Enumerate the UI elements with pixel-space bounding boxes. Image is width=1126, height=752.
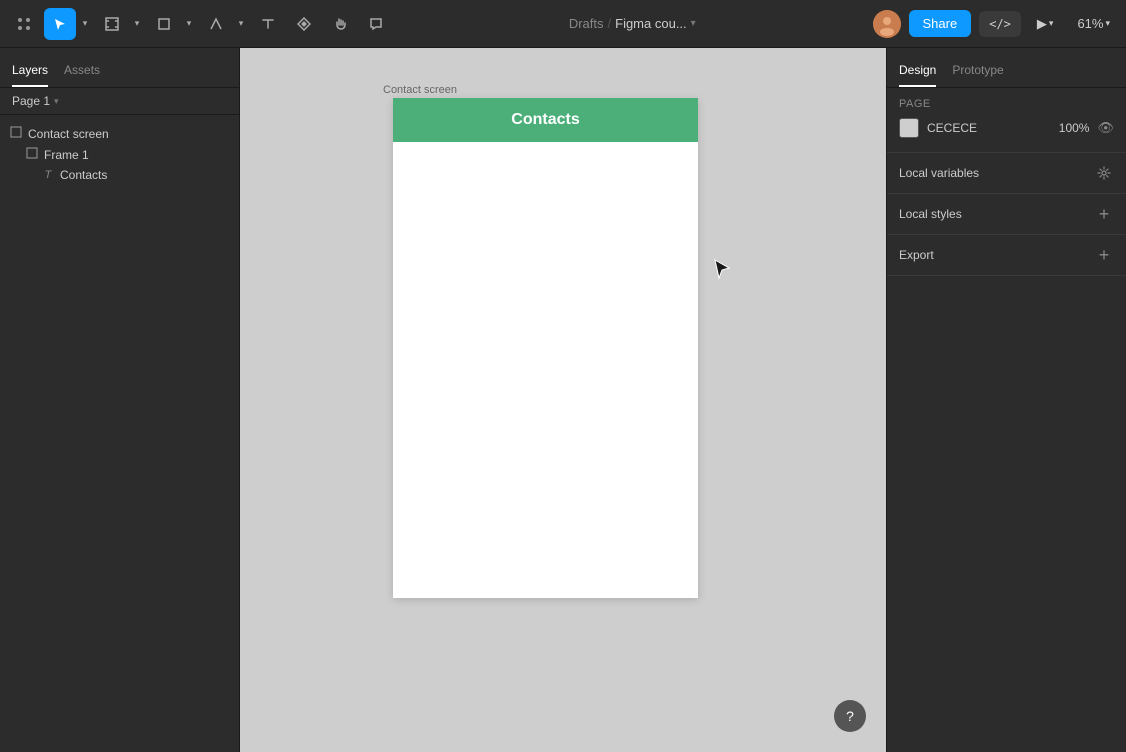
- layer-frame-icon: [8, 126, 24, 141]
- page-section: Page CECECE 100% 👁: [887, 88, 1126, 153]
- layer-text-icon: T: [40, 169, 56, 181]
- design-frame: Contacts: [393, 98, 698, 598]
- left-panel: Layers Assets Page 1 ▾ Contact screen: [0, 48, 240, 752]
- share-button[interactable]: Share: [909, 10, 972, 37]
- tab-design[interactable]: Design: [899, 63, 936, 87]
- local-variables-section: Local variables: [887, 153, 1126, 194]
- visibility-toggle-icon[interactable]: 👁: [1097, 120, 1114, 136]
- shape-tool-button[interactable]: [148, 8, 180, 40]
- select-chevron-button[interactable]: ▾: [78, 8, 92, 40]
- layer-frame1-icon: [24, 147, 40, 162]
- export-add-icon[interactable]: +: [1094, 245, 1114, 265]
- code-button[interactable]: </>: [979, 11, 1021, 37]
- local-styles-section: Local styles +: [887, 194, 1126, 235]
- components-tool-button[interactable]: [288, 8, 320, 40]
- main-area: Layers Assets Page 1 ▾ Contact screen: [0, 48, 1126, 752]
- local-styles-header[interactable]: Local styles +: [887, 194, 1126, 234]
- cursor-arrow-icon: [713, 258, 731, 285]
- shape-tool-group: ▾: [148, 8, 196, 40]
- select-tool-button[interactable]: [44, 8, 76, 40]
- pen-tool-button[interactable]: [200, 8, 232, 40]
- local-variables-title: Local variables: [899, 166, 979, 180]
- play-chevron-icon: ▾: [1049, 18, 1054, 29]
- comment-tool-button[interactable]: [360, 8, 392, 40]
- layer-item-contact-screen[interactable]: Contact screen: [0, 123, 239, 144]
- export-header[interactable]: Export +: [887, 235, 1126, 275]
- contacts-header-text: Contacts: [511, 111, 579, 129]
- tab-layers[interactable]: Layers: [12, 63, 48, 87]
- play-icon: ▶: [1037, 16, 1047, 32]
- export-title: Export: [899, 248, 934, 262]
- breadcrumb-slash: /: [608, 16, 612, 31]
- panel-tabs: Layers Assets: [0, 48, 239, 88]
- tab-prototype[interactable]: Prototype: [952, 63, 1003, 87]
- export-section: Export +: [887, 235, 1126, 276]
- right-panel: Design Prototype Page CECECE 100% 👁 Loca…: [886, 48, 1126, 752]
- page-section-label: Page: [899, 98, 1114, 110]
- zoom-control[interactable]: 61% ▾: [1069, 10, 1118, 37]
- right-panel-content: Page CECECE 100% 👁 Local variables: [887, 88, 1126, 752]
- help-icon: ?: [846, 708, 854, 724]
- hand-tool-button[interactable]: [324, 8, 356, 40]
- pen-chevron-button[interactable]: ▾: [234, 8, 248, 40]
- code-icon: </>: [989, 17, 1011, 31]
- tab-assets[interactable]: Assets: [64, 63, 100, 87]
- zoom-chevron-icon: ▾: [1105, 18, 1110, 29]
- layer-item-contacts[interactable]: T Contacts: [0, 165, 239, 185]
- drafts-label: Drafts: [569, 16, 604, 31]
- page-name: Page 1: [12, 94, 50, 108]
- toolbar-center: Drafts / Figma cou... ▾: [396, 16, 869, 31]
- layer-list: Contact screen Frame 1 T Contacts: [0, 115, 239, 752]
- contacts-header: Contacts: [393, 98, 698, 142]
- project-name: Figma cou...: [615, 16, 687, 31]
- shape-chevron-button[interactable]: ▾: [182, 8, 196, 40]
- play-button[interactable]: ▶ ▾: [1029, 10, 1062, 38]
- local-styles-add-icon[interactable]: +: [1094, 204, 1114, 224]
- avatar: [873, 10, 901, 38]
- page-selector[interactable]: Page 1 ▾: [0, 88, 239, 115]
- breadcrumb-chevron-icon: ▾: [691, 18, 696, 29]
- breadcrumb: Drafts / Figma cou... ▾: [569, 16, 696, 31]
- toolbar: ▾ ▾ ▾: [0, 0, 1126, 48]
- local-variables-settings-icon[interactable]: [1094, 163, 1114, 183]
- layer-item-frame1[interactable]: Frame 1: [0, 144, 239, 165]
- frame-chevron-button[interactable]: ▾: [130, 8, 144, 40]
- local-variables-header[interactable]: Local variables: [887, 153, 1126, 193]
- help-button[interactable]: ?: [834, 700, 866, 732]
- text-tool-button[interactable]: [252, 8, 284, 40]
- canvas[interactable]: Contact screen Contacts ?: [240, 48, 886, 752]
- toolbar-right: Share </> ▶ ▾ 61% ▾: [873, 10, 1118, 38]
- frame-tool-group: ▾: [96, 8, 144, 40]
- zoom-value: 61%: [1077, 16, 1103, 31]
- layer-contact-screen-label: Contact screen: [28, 127, 231, 141]
- pen-tool-group: ▾: [200, 8, 248, 40]
- color-hex-value: CECECE: [927, 121, 1051, 135]
- color-opacity-value: 100%: [1059, 121, 1090, 135]
- right-panel-tabs: Design Prototype: [887, 48, 1126, 88]
- toolbar-left: ▾ ▾ ▾: [8, 8, 392, 40]
- color-row: CECECE 100% 👁: [899, 118, 1114, 138]
- local-styles-title: Local styles: [899, 207, 962, 221]
- page-chevron-icon: ▾: [54, 96, 59, 107]
- layer-frame1-label: Frame 1: [44, 148, 231, 162]
- color-swatch[interactable]: [899, 118, 919, 138]
- canvas-frame-label: Contact screen: [383, 84, 457, 96]
- frame-tool-button[interactable]: [96, 8, 128, 40]
- main-menu-button[interactable]: [8, 8, 40, 40]
- select-tool-group: ▾: [44, 8, 92, 40]
- layer-contacts-label: Contacts: [60, 168, 231, 182]
